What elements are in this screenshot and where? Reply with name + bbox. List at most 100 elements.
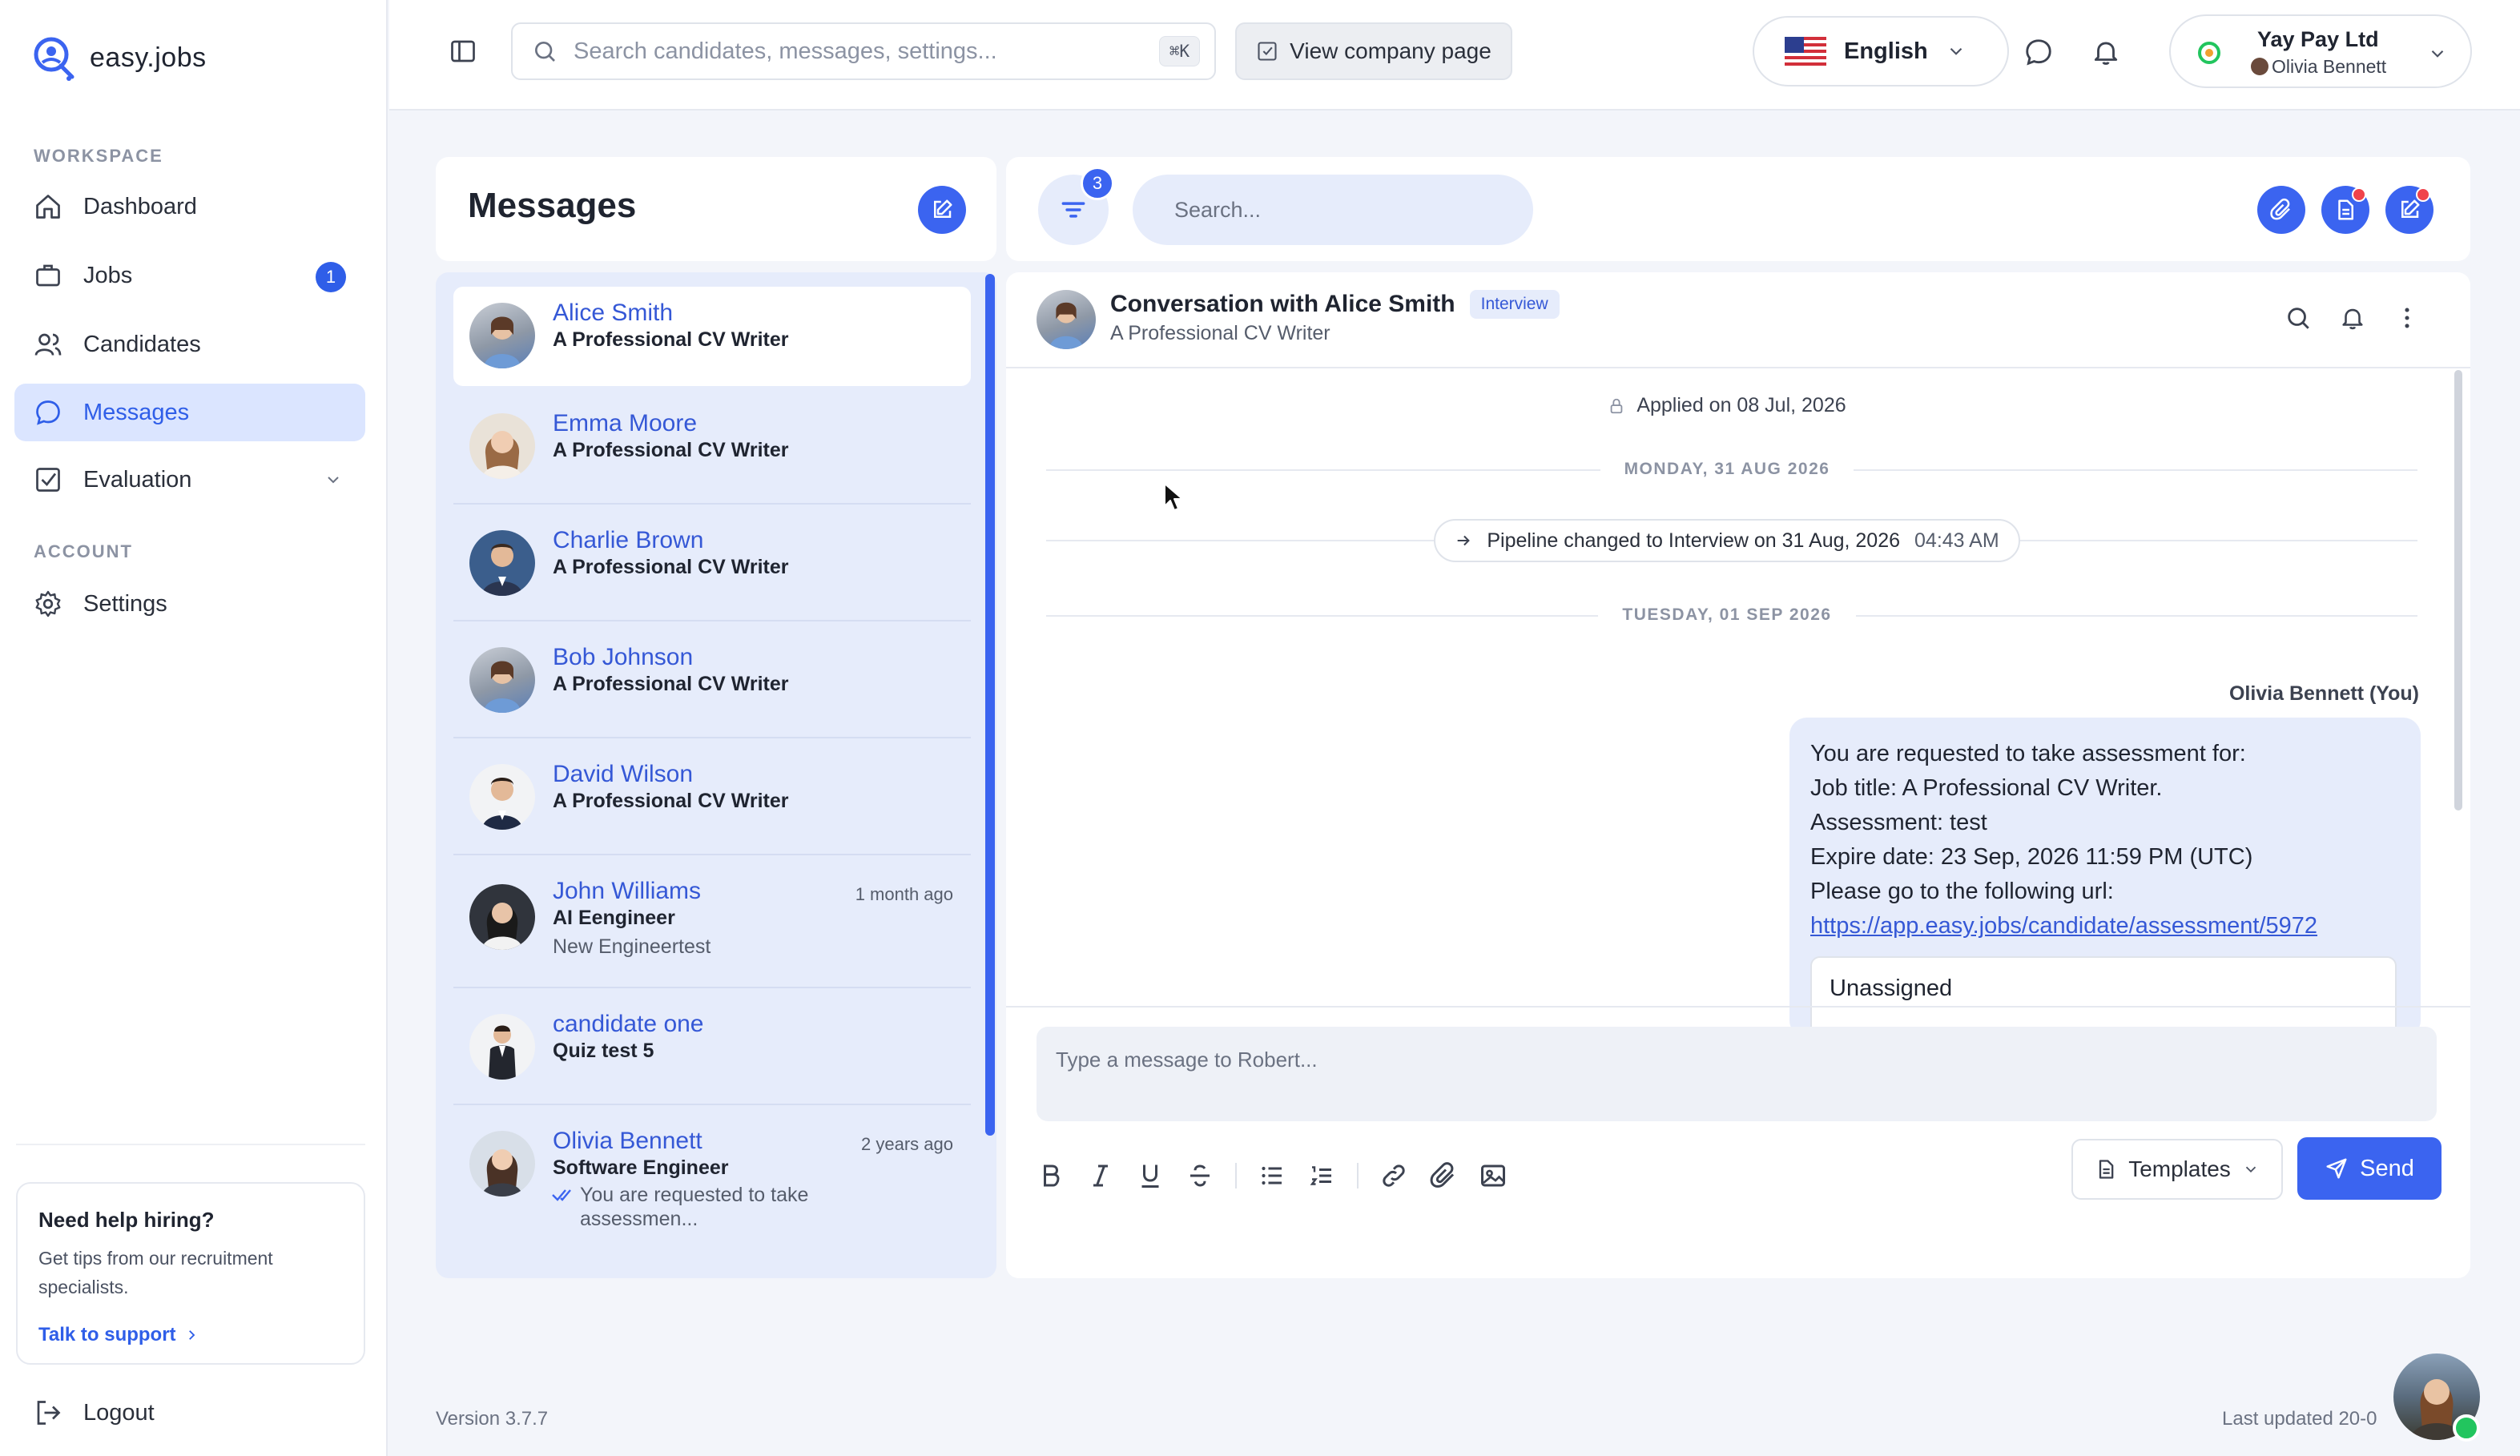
conversation-job: Software Engineer: [553, 1156, 729, 1179]
company-selector[interactable]: Yay Pay Ltd Olivia Bennett: [2169, 14, 2472, 88]
notes-alert-dot: [2352, 187, 2366, 202]
external-check-icon: [1258, 42, 1277, 61]
sidebar-item-candidates[interactable]: Candidates: [14, 316, 365, 373]
message-input-placeholder: Type a message to Robert...: [1056, 1048, 1318, 1072]
view-company-page-button[interactable]: View company page: [1235, 22, 1512, 80]
numbered-list-icon[interactable]: [1307, 1161, 1336, 1190]
conversation-name: Charlie Brown: [553, 527, 704, 553]
sidebar-item-messages[interactable]: Messages: [14, 384, 365, 441]
conversation-item-olivia-bennett[interactable]: Olivia Bennett 2 years ago Software Engi…: [453, 1107, 971, 1251]
current-user-name: Olivia Bennett: [2272, 56, 2387, 77]
mouse-cursor-icon: [1164, 483, 1183, 511]
conversation-job: A Professional CV Writer: [553, 439, 789, 461]
send-icon: [2326, 1158, 2347, 1179]
conversation-item-emma-moore[interactable]: Emma Moore A Professional CV Writer: [453, 389, 971, 505]
underline-icon[interactable]: [1136, 1161, 1165, 1190]
conversation-preview: You are requested to take: [580, 1184, 809, 1206]
conversation-item-bob-johnson[interactable]: Bob Johnson A Professional CV Writer: [453, 623, 971, 738]
lock-icon: [1610, 398, 1623, 413]
image-icon[interactable]: [1479, 1161, 1508, 1190]
conversation-avatar: [1037, 290, 1096, 349]
strikethrough-icon[interactable]: [1186, 1161, 1214, 1190]
conversation-list-scrollbar[interactable]: [985, 274, 995, 1136]
search-shortcut: ⌘K: [1158, 36, 1200, 66]
send-button[interactable]: Send: [2297, 1137, 2442, 1200]
conversation-item-candidate-one[interactable]: candidate one Quiz test 5: [453, 990, 971, 1105]
conversation-scrollbar[interactable]: [2454, 370, 2462, 810]
search-placeholder: Search candidates, messages, settings...: [574, 38, 997, 64]
conversation-list: Alice Smith A Professional CV Writer Emm…: [436, 272, 996, 1278]
bullet-list-icon[interactable]: [1258, 1161, 1286, 1190]
app-logo[interactable]: easy.jobs: [30, 34, 207, 82]
templates-dropdown[interactable]: Templates: [2071, 1139, 2283, 1200]
conversation-name: Emma Moore: [553, 410, 698, 436]
conversation-name: Olivia Bennett: [553, 1128, 702, 1154]
bold-icon[interactable]: [1037, 1161, 1065, 1190]
conversation-panel: Conversation with Alice Smith Interview …: [1006, 272, 2470, 1278]
search-icon: [535, 42, 555, 62]
applied-info: Applied on 08 Jul, 2026: [1006, 394, 2448, 419]
avatar: [469, 413, 535, 479]
message-input[interactable]: Type a message to Robert...: [1037, 1027, 2437, 1121]
double-check-icon: [552, 1189, 571, 1201]
new-message-button[interactable]: [918, 186, 966, 234]
conversation-search-button[interactable]: [2285, 304, 2312, 332]
sidebar-item-evaluation[interactable]: Evaluation: [14, 451, 365, 509]
message-line: Please go to the following url:: [1810, 879, 2114, 904]
conversation-item-david-wilson[interactable]: David Wilson A Professional CV Writer: [453, 740, 971, 855]
bell-icon: [2094, 42, 2118, 65]
talk-to-support-label: Talk to support: [38, 1324, 176, 1345]
notes-button[interactable]: [2321, 186, 2369, 234]
document-icon: [2338, 199, 2353, 220]
link-icon[interactable]: [1379, 1161, 1408, 1190]
filter-count-badge: 3: [1081, 167, 1114, 200]
chevron-down-icon: [2431, 50, 2444, 58]
conversation-name: Bob Johnson: [553, 644, 694, 670]
checklist-icon: [36, 468, 60, 492]
talk-to-support-link[interactable]: Talk to support: [38, 1324, 343, 1346]
conversation-job: Quiz test 5: [553, 1040, 654, 1062]
templates-label: Templates: [2128, 1156, 2231, 1181]
company-logo-icon: [2198, 42, 2220, 64]
account-label: ACCOUNT: [34, 541, 133, 561]
compose-note-button[interactable]: [2385, 186, 2433, 234]
attachments-button[interactable]: [2257, 186, 2305, 234]
paperclip-icon[interactable]: [1429, 1161, 1458, 1190]
sidebar-item-dashboard[interactable]: Dashboard: [14, 178, 365, 235]
language-selector[interactable]: English: [1753, 16, 2009, 86]
conversation-item-alice-smith[interactable]: Alice Smith A Professional CV Writer: [453, 287, 971, 386]
avatar: [469, 530, 535, 596]
conversation-item-john-williams[interactable]: John Williams 1 month ago AI Eengineer N…: [453, 857, 971, 988]
conversation-more-button[interactable]: [2393, 304, 2421, 332]
last-updated: Last updated 20-0: [2222, 1408, 2377, 1430]
global-search-input[interactable]: Search candidates, messages, settings...…: [511, 22, 1216, 80]
us-flag-icon: [1785, 37, 1826, 66]
sidebar-item-settings[interactable]: Settings: [14, 575, 365, 633]
italic-icon[interactable]: [1086, 1161, 1115, 1190]
conversation-search-placeholder: Search...: [1174, 197, 1262, 222]
avatar: [469, 1014, 535, 1080]
conversation-item-charlie-brown[interactable]: Charlie Brown A Professional CV Writer: [453, 506, 971, 621]
pipeline-event-time: 04:43 AM: [1914, 529, 1999, 552]
sidebar-toggle-button[interactable]: [449, 37, 477, 66]
filter-icon: [1061, 202, 1085, 218]
conversation-name: candidate one: [553, 1011, 704, 1037]
assessment-link[interactable]: https://app.easy.jobs/candidate/assessme…: [1810, 909, 2400, 943]
conversation-mute-button[interactable]: [2339, 304, 2366, 332]
logout-label: Logout: [83, 1399, 155, 1426]
logout-button[interactable]: Logout: [14, 1384, 365, 1442]
chat-button[interactable]: [2023, 37, 2054, 67]
sidebar-item-label: Settings: [83, 590, 167, 617]
chat-icon: [2026, 39, 2051, 66]
sidebar-item-jobs[interactable]: Jobs 1: [14, 247, 365, 304]
pipeline-event-pill: Pipeline changed to Interview on 31 Aug,…: [1434, 519, 2020, 562]
conversation-search-input[interactable]: Search...: [1133, 175, 1533, 245]
notifications-button[interactable]: [2091, 37, 2121, 67]
conversation-title: Conversation with Alice Smith: [1110, 291, 1455, 317]
sidebar-toggle-icon: [451, 40, 475, 62]
message-line: Assessment: test: [1810, 810, 1987, 835]
sidebar-item-label: Candidates: [83, 331, 201, 357]
avatar: [469, 764, 535, 830]
message-line: You are requested to take assessment for…: [1810, 741, 2246, 766]
logout-icon: [37, 1401, 61, 1425]
